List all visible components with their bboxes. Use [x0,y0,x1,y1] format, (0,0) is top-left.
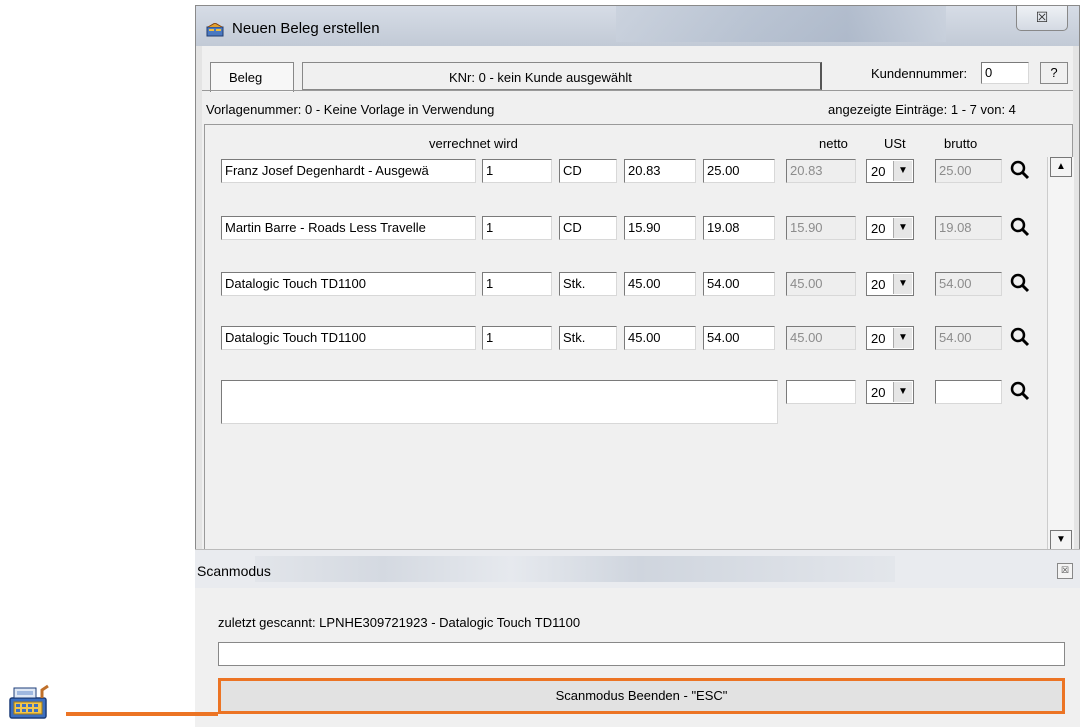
scan-title-bar: Scanmodus ☒ [195,550,1080,588]
callout-line [66,712,218,716]
new-item-brutto-field[interactable] [935,380,1002,404]
new-item-vat-select[interactable]: 20 ▼ [866,380,914,404]
cash-register-icon [9,684,49,719]
scroll-up-icon[interactable]: ▲ [1050,157,1072,177]
header-verrechnet: verrechnet wird [429,136,518,151]
scroll-down-icon[interactable]: ▼ [1050,530,1072,550]
header-netto: netto [819,136,848,151]
item-name-field[interactable]: Franz Josef Degenhardt - Ausgewä [221,159,476,183]
vertical-scrollbar[interactable]: ▲ ▼ [1047,157,1074,552]
item-netto-field: 15.90 [786,216,856,240]
help-button[interactable]: ? [1040,62,1068,84]
customer-number-label: Kundennummer: [871,66,968,81]
item-price-gross-field[interactable]: 25.00 [703,159,775,183]
item-unit-field[interactable]: Stk. [559,272,617,296]
item-brutto-field: 25.00 [935,159,1002,183]
magnifier-icon[interactable] [1009,272,1031,294]
new-item-vat-value: 20 [871,385,886,400]
chevron-down-icon[interactable]: ▼ [893,382,912,402]
magnifier-icon[interactable] [1009,380,1031,402]
item-unit-field[interactable]: CD [559,159,617,183]
item-brutto-field: 54.00 [935,272,1002,296]
end-scan-mode-button[interactable]: Scanmodus Beenden - "ESC" [218,678,1065,714]
magnifier-icon[interactable] [1009,326,1031,348]
scan-panel-title: Scanmodus [197,563,271,579]
new-item-description-field[interactable] [221,380,778,424]
item-vat-value: 20 [871,277,886,292]
chevron-down-icon[interactable]: ▼ [893,218,912,238]
tab-beleg-label: Beleg [229,70,263,85]
tab-beleg[interactable]: Beleg [210,62,294,92]
item-price-gross-field[interactable]: 54.00 [703,272,775,296]
magnifier-icon[interactable] [1009,159,1031,181]
item-price-net-field[interactable]: 45.00 [624,326,696,350]
item-vat-select[interactable]: 20 ▼ [866,272,914,296]
item-netto-field: 20.83 [786,159,856,183]
item-vat-value: 20 [871,164,886,179]
item-netto-field: 45.00 [786,326,856,350]
item-price-net-field[interactable]: 20.83 [624,159,696,183]
chevron-down-icon[interactable]: ▼ [893,328,912,348]
blurred-background [255,556,895,582]
item-brutto-field: 19.08 [935,216,1002,240]
window-title: Neuen Beleg erstellen [232,20,380,37]
header-brutto: brutto [944,136,978,151]
title-bar[interactable]: Neuen Beleg erstellen ☒ [196,6,1079,46]
scan-mode-panel: Scanmodus ☒ zuletzt gescannt: LPNHE30972… [195,549,1080,727]
close-button[interactable]: ☒ [1016,6,1068,31]
item-price-gross-field[interactable]: 19.08 [703,216,775,240]
app-icon [206,23,224,37]
last-scanned-text: zuletzt gescannt: LPNHE309721923 - Datal… [218,615,581,630]
item-unit-field[interactable]: Stk. [559,326,617,350]
item-netto-field: 45.00 [786,272,856,296]
chevron-down-icon[interactable]: ▼ [893,274,912,294]
chevron-down-icon[interactable]: ▼ [893,161,912,181]
item-name-field[interactable]: Datalogic Touch TD1100 [221,326,476,350]
item-price-gross-field[interactable]: 54.00 [703,326,775,350]
item-qty-field[interactable]: 1 [482,272,552,296]
item-name-field[interactable]: Datalogic Touch TD1100 [221,272,476,296]
customer-number-input[interactable]: 0 [981,62,1029,84]
item-price-net-field[interactable]: 45.00 [624,272,696,296]
customer-info-tab[interactable]: KNr: 0 - kein Kunde ausgewählt [302,62,822,90]
item-vat-select[interactable]: 20 ▼ [866,326,914,350]
item-qty-field[interactable]: 1 [482,216,552,240]
scan-input[interactable] [218,642,1065,666]
header-ust: USt [884,136,906,151]
item-vat-select[interactable]: 20 ▼ [866,216,914,240]
item-qty-field[interactable]: 1 [482,159,552,183]
divider [202,90,1073,91]
item-name-field[interactable]: Martin Barre - Roads Less Travelle [221,216,476,240]
magnifier-icon[interactable] [1009,216,1031,238]
new-item-netto-field[interactable] [786,380,856,404]
scan-close-button[interactable]: ☒ [1057,563,1073,579]
item-brutto-field: 54.00 [935,326,1002,350]
item-vat-value: 20 [871,221,886,236]
item-qty-field[interactable]: 1 [482,326,552,350]
items-panel [204,124,1073,590]
customer-info-label: KNr: 0 - kein Kunde ausgewählt [449,70,632,85]
entries-info: angezeigte Einträge: 1 - 7 von: 4 [828,102,1016,117]
item-unit-field[interactable]: CD [559,216,617,240]
item-vat-value: 20 [871,331,886,346]
item-price-net-field[interactable]: 15.90 [624,216,696,240]
blurred-background [616,6,946,42]
item-vat-select[interactable]: 20 ▼ [866,159,914,183]
template-info: Vorlagenummer: 0 - Keine Vorlage in Verw… [206,102,495,117]
